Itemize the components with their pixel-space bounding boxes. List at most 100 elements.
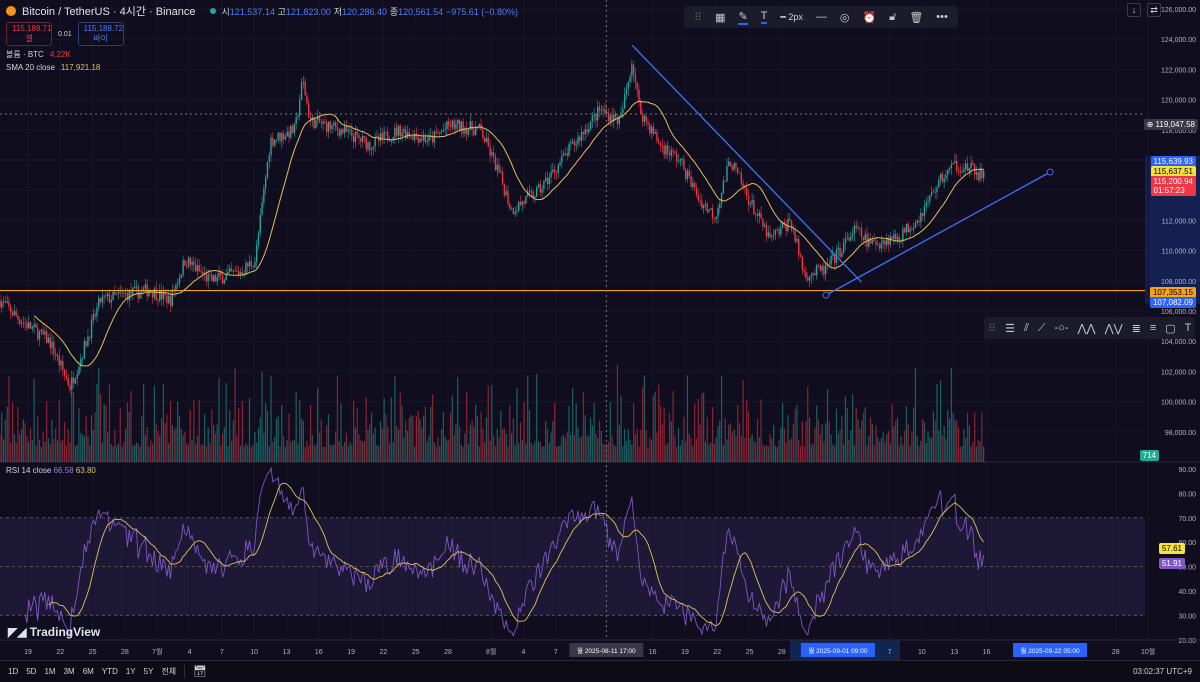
range-3m[interactable]: 3M [64, 667, 75, 676]
time-tick: 25 [746, 649, 754, 656]
buy-button[interactable]: 115,188.72 바이 [77, 22, 124, 46]
range-all[interactable]: 전체 [161, 666, 176, 677]
lock-icon[interactable]: 🔓︎ [889, 11, 896, 24]
line-style-icon[interactable]: — [816, 11, 827, 23]
volume-bar [798, 440, 800, 462]
volume-bar [272, 441, 274, 462]
date-range-icon[interactable]: 📅︎ [184, 665, 207, 678]
clock-timezone[interactable]: 03:02:37 UTC+9 [1133, 667, 1192, 676]
fullscreen-icon[interactable]: ⇄ [1147, 3, 1161, 17]
volume-bar [446, 440, 448, 462]
text-color-icon[interactable]: T [760, 10, 768, 24]
range-1y[interactable]: 1Y [126, 667, 136, 676]
candle-body [33, 324, 35, 327]
volume-bar [265, 402, 267, 462]
symbol-title[interactable]: Bitcoin / TetherUS · 4시간 · Binance [22, 3, 196, 19]
volume-bar [356, 408, 358, 462]
price-change: −975.61 (−0.80%) [445, 6, 518, 17]
volume-bar [151, 443, 154, 462]
candle-body [324, 121, 326, 123]
horizontal-ray-icon[interactable]: -○- [1055, 322, 1069, 334]
volume-bar [636, 429, 638, 462]
candle-body [205, 273, 208, 282]
candle-body [142, 288, 145, 290]
trend-line-icon[interactable]: ⟋ [1038, 322, 1046, 335]
volume-bar [557, 445, 559, 462]
time-tick: 25 [89, 649, 97, 656]
candle-body [816, 265, 818, 276]
candle-body [952, 162, 954, 165]
candle-body [177, 283, 179, 285]
volume-bar [76, 444, 78, 462]
volume-bar [157, 431, 159, 462]
volume-bar [848, 439, 850, 462]
candle-body [945, 175, 947, 179]
range-6m[interactable]: 6M [83, 667, 94, 676]
parallel-channel-icon[interactable]: ⫽ [1024, 322, 1029, 335]
volume-bar [703, 392, 705, 462]
candle-body [776, 229, 778, 231]
sell-button[interactable]: 115,188.71 셀 [6, 22, 52, 46]
candle-body [29, 322, 32, 329]
more-icon[interactable]: ••• [936, 11, 948, 23]
download-icon[interactable]: ↓ [1127, 3, 1141, 17]
candle-body [862, 237, 865, 241]
visibility-icon[interactable]: ◎ [840, 11, 850, 24]
candle-body [360, 137, 362, 142]
candle-body [708, 209, 710, 212]
candle-body [478, 124, 480, 127]
candle-body [266, 161, 269, 178]
line-width-button[interactable]: ━ 2px [780, 12, 802, 23]
template-icon[interactable]: ▦ [715, 11, 725, 24]
sma-value: 117,921.18 [60, 63, 101, 72]
drag-handle-icon[interactable]: ⠿ [694, 11, 702, 24]
rectangle-icon[interactable]: ▢ [1165, 322, 1175, 335]
volume-bar [981, 412, 983, 462]
horizontal-lines-icon[interactable]: ☰ [1005, 322, 1015, 335]
candle-body [920, 213, 922, 223]
candle-body [638, 89, 640, 101]
volume-bar [846, 408, 848, 462]
text-tool-icon[interactable]: T [1185, 322, 1192, 334]
volume-bar [33, 378, 35, 462]
volume-bar [629, 439, 631, 462]
range-ytd[interactable]: YTD [102, 667, 118, 676]
range-5d[interactable]: 5D [26, 667, 36, 676]
abcd-pattern-icon[interactable]: ⋀⋁ [1105, 322, 1123, 335]
candle-body [358, 134, 360, 138]
volume-bar [367, 429, 369, 462]
fib-extension-icon[interactable]: ≡ [1150, 322, 1156, 334]
trash-icon[interactable]: 🗑︎ [909, 11, 923, 24]
volume-bar [722, 445, 724, 462]
range-1d[interactable]: 1D [8, 667, 18, 676]
candle-body [606, 112, 608, 114]
candle-body [207, 274, 209, 282]
alert-clock-icon[interactable]: ⏰ [862, 11, 876, 24]
range-5y[interactable]: 5Y [144, 667, 154, 676]
volume-bar [738, 423, 741, 462]
candle-body [543, 180, 545, 189]
price-tick: 126,000.00 [1161, 7, 1196, 14]
volume-bar [509, 405, 511, 462]
volume-bar [105, 405, 107, 462]
drag-handle-icon[interactable]: ⠿ [988, 322, 996, 335]
candle-body [927, 201, 929, 203]
volume-bar [740, 435, 742, 462]
candle-body [196, 265, 199, 272]
xabcd-pattern-icon[interactable]: ⋀⋀ [1078, 322, 1096, 335]
candle-body [575, 143, 577, 146]
volume-bar [344, 442, 346, 462]
volume-bar [518, 443, 520, 462]
volume-bar [241, 401, 243, 462]
volume-bar [309, 404, 312, 462]
candle-body [668, 153, 671, 156]
candle-body [916, 220, 918, 223]
fib-retracement-icon[interactable]: ≣ [1132, 322, 1141, 335]
candle-body [270, 137, 272, 156]
candle-body [369, 141, 371, 150]
volume-bar [561, 436, 563, 462]
volume-axis-label: 714 [1139, 450, 1159, 461]
pencil-icon[interactable]: ✎ [738, 10, 748, 25]
bottom-toolbar: 1D 5D 1M 3M 6M YTD 1Y 5Y 전체 📅︎ 03:02:37 … [0, 660, 1200, 682]
range-1m[interactable]: 1M [44, 667, 55, 676]
